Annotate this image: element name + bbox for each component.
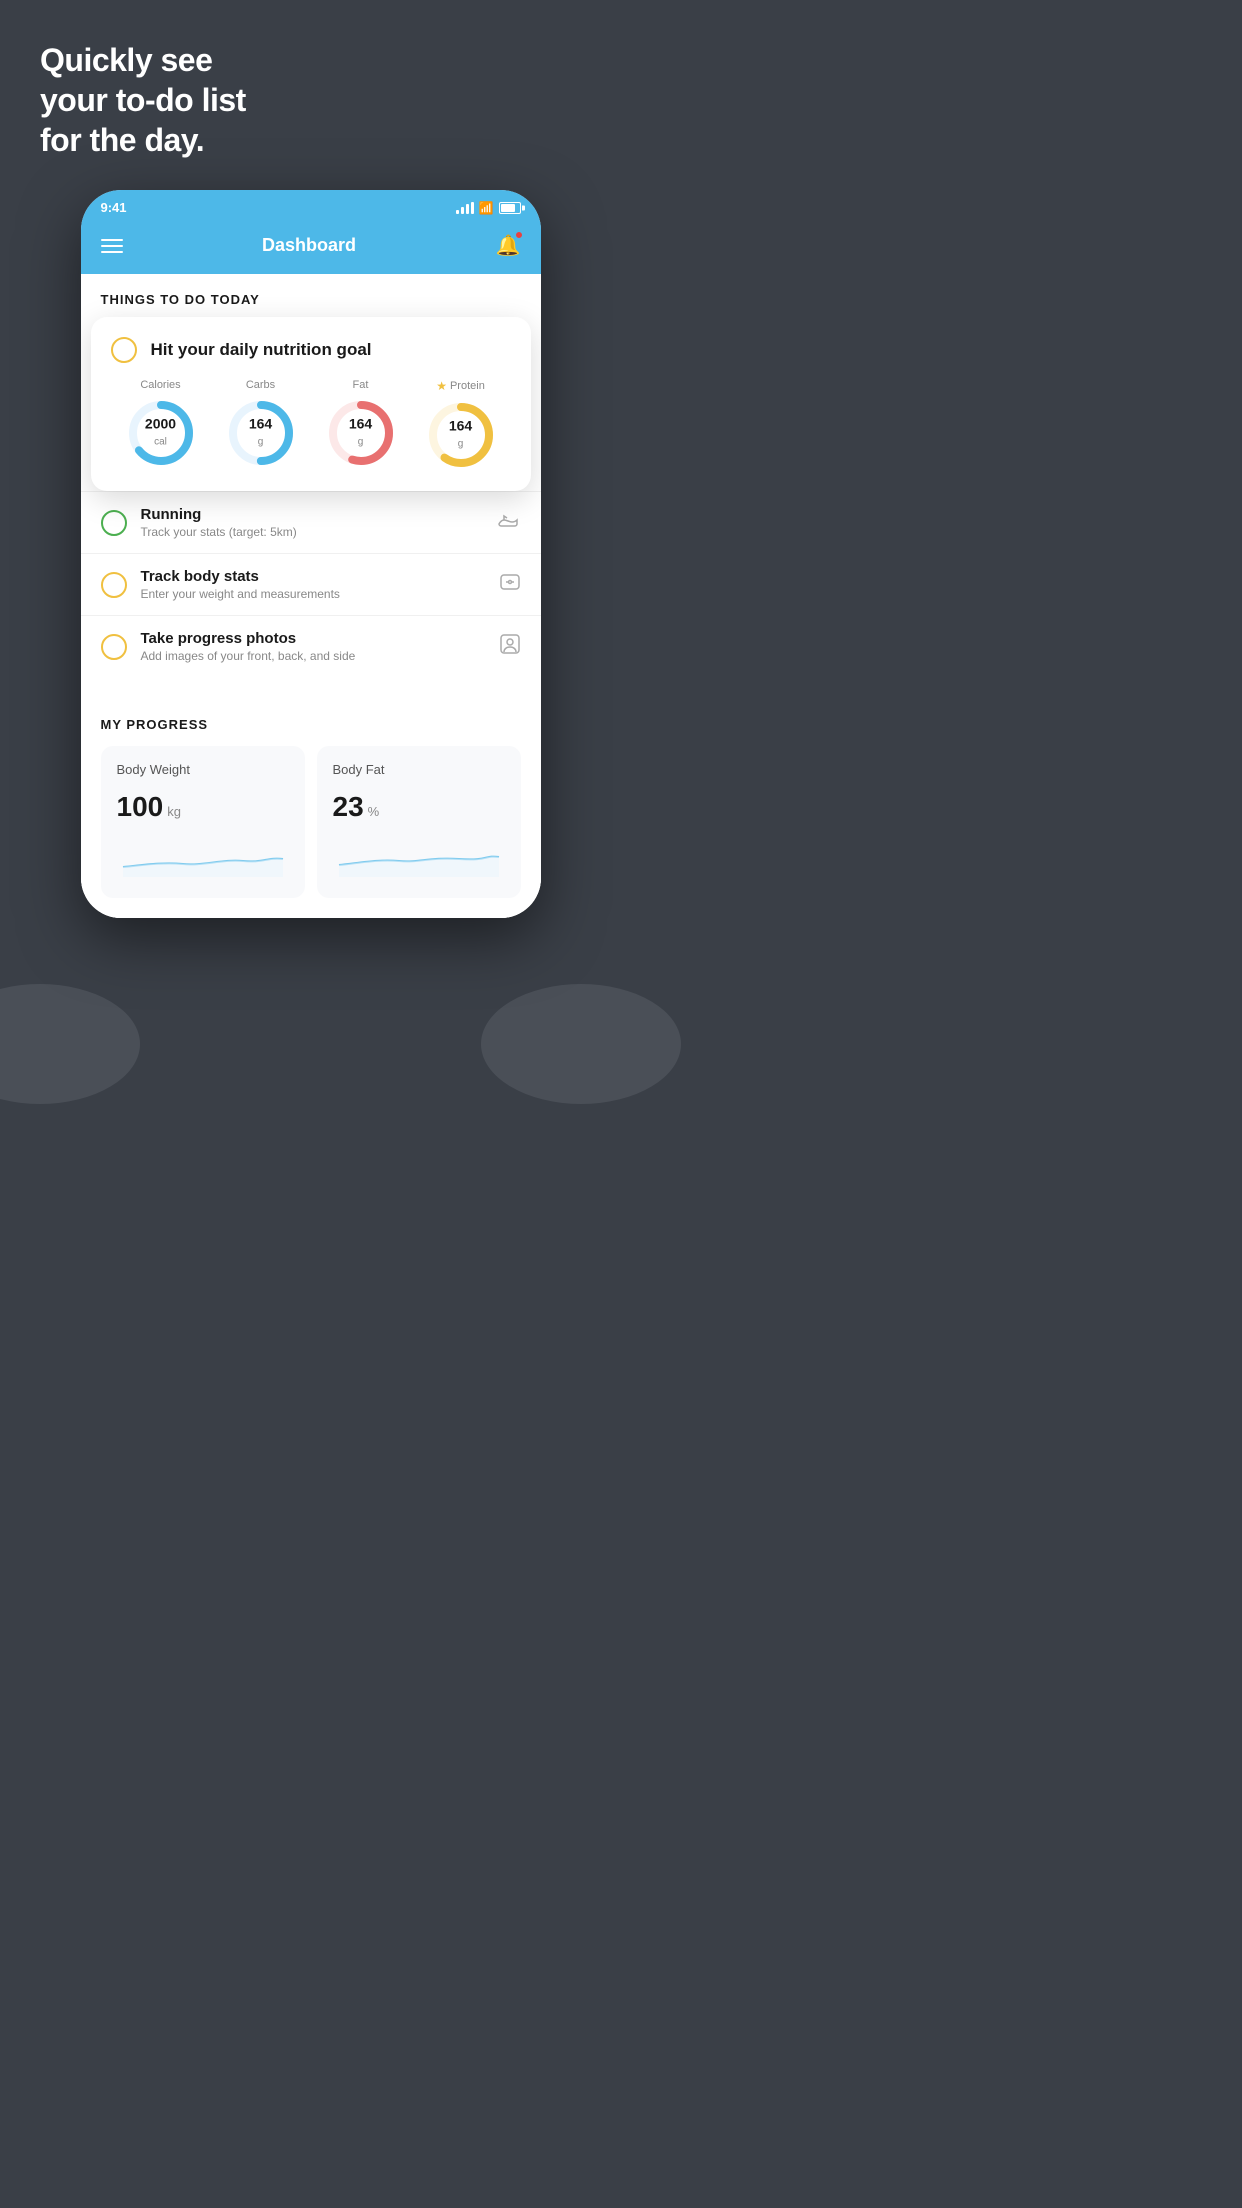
body-weight-value: 100 kg — [117, 791, 289, 823]
running-radio[interactable] — [101, 510, 127, 536]
notification-bell[interactable]: 🔔 — [496, 233, 521, 258]
nutrition-radio[interactable] — [111, 337, 137, 363]
person-icon — [499, 633, 521, 660]
body-weight-unit: kg — [167, 804, 181, 819]
phone-mockup: 9:41 📶 Dashboard 🔔 THINGS TO DO TOD — [81, 190, 541, 918]
wifi-icon: 📶 — [479, 201, 494, 215]
nutrition-row: Calories 2000 cal Carbs — [111, 379, 511, 471]
hero-line2: your to-do list — [40, 82, 246, 118]
nutrition-card: Hit your daily nutrition goal Calories 2… — [91, 317, 531, 491]
my-progress-section: MY PROGRESS Body Weight 100 kg B — [81, 697, 541, 918]
progress-cards: Body Weight 100 kg Body Fat 23 % — [101, 746, 521, 898]
things-to-do-heading: THINGS TO DO TODAY — [81, 274, 541, 317]
time: 9:41 — [101, 200, 127, 215]
card-title-row: Hit your daily nutrition goal — [111, 337, 511, 363]
body-stats-title: Track body stats — [141, 568, 485, 585]
menu-button[interactable] — [101, 239, 123, 253]
body-weight-num: 100 — [117, 791, 164, 823]
running-title: Running — [141, 506, 483, 523]
nutrition-fat: Fat 164 g — [325, 379, 397, 469]
todo-body-stats[interactable]: Track body stats Enter your weight and m… — [81, 553, 541, 615]
protein-donut: 164 g — [425, 399, 497, 471]
progress-photos-radio[interactable] — [101, 634, 127, 660]
nutrition-carbs: Carbs 164 g — [225, 379, 297, 469]
status-icons: 📶 — [456, 201, 521, 215]
body-weight-title: Body Weight — [117, 762, 289, 777]
status-bar: 9:41 📶 — [81, 190, 541, 221]
signal-icon — [456, 202, 474, 214]
my-progress-heading: MY PROGRESS — [101, 717, 521, 732]
progress-photos-title: Take progress photos — [141, 630, 485, 647]
app-header: Dashboard 🔔 — [81, 221, 541, 274]
body-weight-chart — [117, 837, 289, 877]
star-icon: ★ — [436, 379, 447, 393]
body-stats-subtitle: Enter your weight and measurements — [141, 587, 485, 601]
body-fat-num: 23 — [333, 791, 364, 823]
progress-photos-subtitle: Add images of your front, back, and side — [141, 649, 485, 663]
scale-icon — [499, 571, 521, 598]
fat-donut: 164 g — [325, 397, 397, 469]
nutrition-calories: Calories 2000 cal — [125, 379, 197, 469]
nutrition-title: Hit your daily nutrition goal — [151, 340, 372, 360]
todo-progress-photos[interactable]: Take progress photos Add images of your … — [81, 615, 541, 677]
carbs-donut: 164 g — [225, 397, 297, 469]
notification-dot — [515, 231, 523, 239]
calories-donut: 2000 cal — [125, 397, 197, 469]
body-stats-radio[interactable] — [101, 572, 127, 598]
hero-text: Quickly see your to-do list for the day. — [0, 0, 286, 190]
todo-running[interactable]: Running Track your stats (target: 5km) — [81, 491, 541, 553]
todo-list: Running Track your stats (target: 5km) T… — [81, 491, 541, 677]
body-weight-card[interactable]: Body Weight 100 kg — [101, 746, 305, 898]
header-title: Dashboard — [262, 235, 356, 256]
body-fat-value: 23 % — [333, 791, 505, 823]
battery-icon — [499, 202, 521, 214]
body-fat-unit: % — [368, 804, 380, 819]
body-fat-card[interactable]: Body Fat 23 % — [317, 746, 521, 898]
hero-line1: Quickly see — [40, 42, 212, 78]
phone-content: THINGS TO DO TODAY Hit your daily nutrit… — [81, 274, 541, 918]
running-subtitle: Track your stats (target: 5km) — [141, 525, 483, 539]
body-fat-title: Body Fat — [333, 762, 505, 777]
body-fat-chart — [333, 837, 505, 877]
hero-line3: for the day. — [40, 122, 204, 158]
nutrition-protein: ★ Protein 164 g — [425, 379, 497, 471]
shoe-icon — [497, 510, 521, 535]
